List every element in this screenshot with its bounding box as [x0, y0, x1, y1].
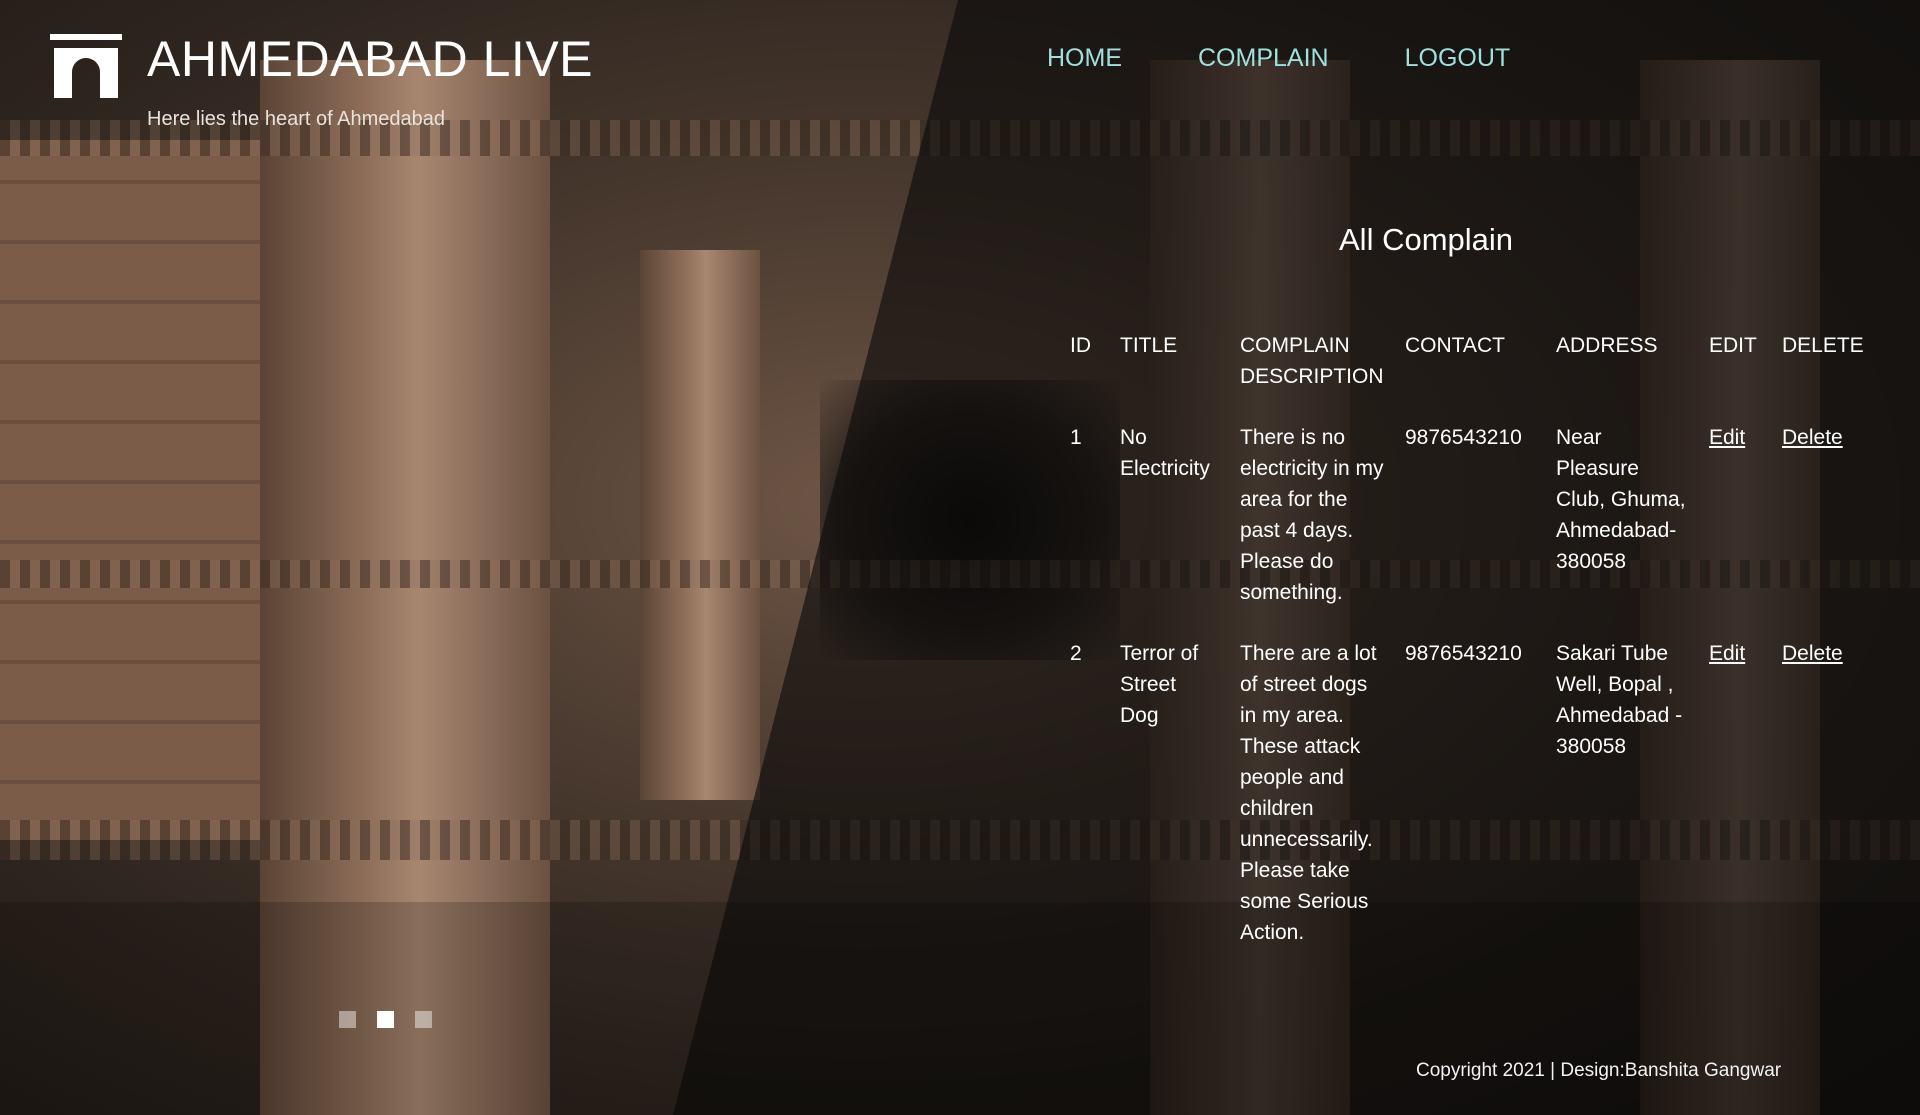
slider-dot-1[interactable]: [339, 1011, 356, 1028]
slider-pagination: [339, 1011, 432, 1028]
delete-link[interactable]: Delete: [1782, 642, 1843, 665]
cell-title: Terror of Street Dog: [1120, 642, 1199, 727]
cell-id: 1: [1070, 426, 1082, 449]
complaints-table: ID TITLE COMPLAIN DESCRIPTION CONTACT AD…: [1060, 330, 1874, 978]
cell-id: 2: [1070, 642, 1082, 665]
column-header-id: ID: [1070, 334, 1091, 357]
column-header-contact: CONTACT: [1405, 334, 1505, 357]
background-pillar: [640, 250, 760, 800]
page-title: All Complain: [1339, 222, 1514, 257]
slider-dot-3[interactable]: [415, 1011, 432, 1028]
site-tagline: Here lies the heart of Ahmedabad: [147, 108, 445, 130]
site-title[interactable]: AHMEDABAD LIVE: [147, 30, 593, 88]
cell-contact: 9876543210: [1405, 642, 1522, 665]
cell-edit: Edit: [1699, 422, 1772, 638]
main-nav: HOME COMPLAIN LOGOUT: [1047, 44, 1586, 73]
cell-title: No Electricity: [1120, 426, 1210, 480]
column-header-address: ADDRESS: [1556, 334, 1658, 357]
nav-home-link[interactable]: HOME: [1047, 44, 1122, 73]
column-header-description: COMPLAIN DESCRIPTION: [1240, 334, 1384, 388]
column-header-delete: DELETE: [1782, 334, 1864, 357]
cell-address: Near Pleasure Club, Ghuma, Ahmedabad-380…: [1556, 426, 1686, 573]
column-header-title: TITLE: [1120, 334, 1178, 357]
slider-dot-2-active[interactable]: [377, 1011, 394, 1028]
nav-complain-link[interactable]: COMPLAIN: [1198, 44, 1329, 73]
cell-description: There are a lot of street dogs in my are…: [1240, 642, 1377, 944]
table-row: 2 Terror of Street Dog There are a lot o…: [1060, 638, 1874, 978]
cell-description: There is no electricity in my area for t…: [1240, 426, 1384, 604]
table-row: 1 No Electricity There is no electricity…: [1060, 422, 1874, 638]
cell-address: Sakari Tube Well, Bopal , Ahmedabad - 38…: [1556, 642, 1683, 758]
page: AHMEDABAD LIVE Here lies the heart of Ah…: [0, 0, 1920, 1115]
column-header-edit: EDIT: [1709, 334, 1757, 357]
cell-delete: Delete: [1772, 422, 1874, 638]
nav-logout-link[interactable]: LOGOUT: [1405, 44, 1511, 73]
table-header-row: ID TITLE COMPLAIN DESCRIPTION CONTACT AD…: [1060, 330, 1874, 422]
delete-link[interactable]: Delete: [1782, 426, 1843, 449]
gateway-arch-icon[interactable]: [50, 34, 122, 98]
edit-link[interactable]: Edit: [1709, 426, 1745, 449]
cell-delete: Delete: [1772, 638, 1874, 978]
cell-edit: Edit: [1699, 638, 1772, 978]
edit-link[interactable]: Edit: [1709, 642, 1745, 665]
background-wall: [0, 140, 300, 840]
footer-copyright: Copyright 2021 | Design:Banshita Gangwar: [1416, 1060, 1782, 1081]
cell-contact: 9876543210: [1405, 426, 1522, 449]
